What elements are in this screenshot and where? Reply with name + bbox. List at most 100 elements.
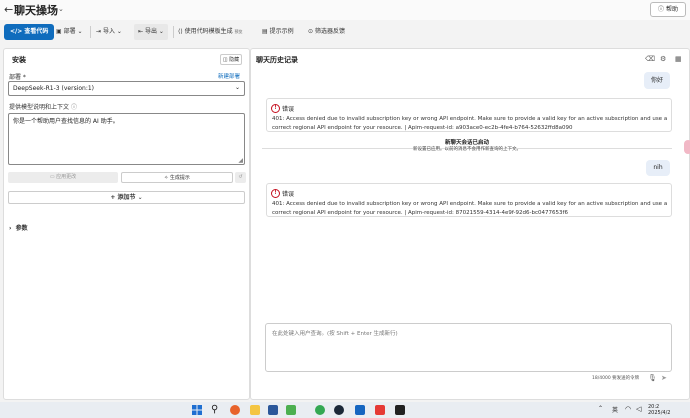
export-menu[interactable]: ⇤ 导出 ⌄ — [134, 24, 168, 40]
filter-feedback-button[interactable]: ⊙ 筛选器反馈 — [308, 24, 345, 40]
chrome-icon[interactable] — [315, 405, 325, 415]
apply-changes-label: 应用更改 — [56, 174, 77, 180]
error-text: 401: Access denied due to invalid subscr… — [272, 201, 668, 216]
help-label: 帮助 — [665, 6, 678, 13]
app-icon[interactable] — [375, 405, 385, 415]
settings-gear-icon[interactable]: ⚙ — [660, 55, 666, 63]
ime-indicator[interactable]: 英 — [612, 405, 618, 414]
setup-panel: 安装 ◫ 隐藏 部署 * 新建部署 DeepSeek-R1-3 (version… — [3, 48, 250, 400]
windows-start-icon[interactable] — [192, 405, 202, 415]
deployment-label: 部署 * — [9, 74, 26, 81]
user-message: nih — [646, 160, 670, 176]
error-title: 错误 — [282, 106, 295, 113]
send-icon[interactable]: ➤ — [661, 374, 667, 382]
system-message-label-text: 提供模型说明和上下文 — [9, 104, 70, 111]
parameters-expander[interactable]: › 参数 — [9, 223, 28, 232]
token-counter: 18/4000 要发送的令牌 — [592, 376, 640, 381]
prompt-samples-button[interactable]: ▤ 提示示例 — [262, 24, 294, 40]
error-icon: ! — [271, 189, 280, 198]
toolbar-divider — [90, 26, 91, 38]
deploy-menu[interactable]: ▣ 部署 ⌄ — [56, 24, 83, 40]
preview-tag: 预览 — [234, 29, 243, 34]
generate-template-button[interactable]: ⟨⟩ 使用代码模板生成 预览 — [178, 24, 243, 40]
back-arrow-icon[interactable]: ← — [4, 3, 13, 16]
chevron-up-icon[interactable]: ⌃ — [598, 405, 603, 412]
hide-icon: ◫ — [222, 57, 228, 63]
system-message-textarea[interactable]: 你是一个帮助用户查找信息的 AI 助手。 ◢ — [8, 113, 245, 165]
help-icon: ⓘ — [658, 6, 666, 13]
view-code-label: 查看代码 — [24, 28, 49, 35]
setup-title: 安装 — [12, 56, 26, 64]
add-section-label: 添加节 — [117, 194, 136, 201]
toolbar-divider — [173, 26, 174, 38]
hide-button[interactable]: ◫ 隐藏 — [220, 54, 242, 65]
chat-history-title: 聊天历史记录 — [256, 56, 298, 64]
side-handle[interactable] — [684, 140, 690, 154]
apply-changes-button[interactable]: ▭ 应用更改 — [8, 172, 118, 183]
user-message: 你好 — [644, 72, 670, 89]
microphone-icon[interactable]: 🎙 — [648, 374, 657, 382]
error-icon: ! — [271, 104, 280, 113]
error-text: 401: Access denied due to invalid subscr… — [272, 116, 668, 131]
undo-icon: ↺ — [238, 174, 243, 180]
terminal-icon[interactable] — [395, 405, 405, 415]
samples-icon: ▤ — [262, 28, 268, 35]
export-icon: ⇤ — [138, 28, 144, 35]
system-message-text: 你是一个帮助用户查找信息的 AI 助手。 — [13, 118, 119, 125]
import-icon: ⇥ — [96, 28, 102, 35]
app-icon[interactable] — [268, 405, 278, 415]
hide-label: 隐藏 — [229, 57, 240, 63]
user-query-placeholder: 在此处键入用户查询。(按 Shift + Enter 生成新行) — [272, 331, 398, 337]
reset-button[interactable]: ↺ — [235, 172, 246, 183]
generate-template-label: 使用代码模板生成 — [184, 28, 233, 35]
chevron-down-icon: ⌄ — [234, 84, 240, 91]
plus-icon: + — [110, 194, 116, 201]
chevron-down-icon: ⌄ — [137, 194, 143, 201]
import-menu[interactable]: ⇥ 导入 ⌄ — [96, 24, 122, 40]
file-explorer-icon[interactable] — [250, 405, 260, 415]
deploy-icon: ▣ — [56, 28, 62, 35]
error-title: 错误 — [282, 191, 295, 198]
firefox-icon[interactable] — [230, 405, 240, 415]
wifi-icon[interactable]: ◠ — [625, 405, 631, 413]
volume-icon[interactable]: ◁ — [636, 405, 641, 413]
session-subtitle: 新设置已应用。以前的消息不会用作新查询的上下文。 — [413, 147, 521, 152]
deployment-select[interactable]: DeepSeek-R1-3 (version:1) ⌄ — [8, 81, 245, 96]
code-template-icon: ⟨⟩ — [178, 28, 183, 35]
session-title: 新聊天会话已启动 — [444, 140, 489, 146]
filter-feedback-label: 筛选器反馈 — [314, 28, 345, 35]
clock[interactable]: 20:2 2025/4/2 — [648, 404, 670, 416]
resize-handle-icon[interactable]: ◢ — [238, 157, 243, 164]
chevron-down-icon[interactable]: ⌄ — [58, 5, 64, 13]
search-icon[interactable]: ⚲ — [211, 405, 221, 415]
save-icon: ▭ — [49, 174, 55, 180]
feedback-icon: ⊙ — [308, 28, 314, 35]
chevron-right-icon: › — [9, 225, 12, 232]
toolbar: </> 查看代码 ▣ 部署 ⌄ ⇥ 导入 ⌄ ⇤ 导出 ⌄ ⟨⟩ 使用代码模板生… — [0, 24, 690, 42]
info-icon: ⓘ — [70, 104, 77, 111]
add-section-button[interactable]: + 添加节 ⌄ — [8, 191, 245, 204]
page-title: 聊天操场 — [14, 4, 58, 17]
new-deployment-link[interactable]: 新建部署 — [218, 72, 240, 80]
help-button[interactable]: ⓘ 帮助 — [650, 2, 686, 17]
export-label: 导出 — [144, 28, 157, 35]
sparkle-icon: ✧ — [164, 175, 169, 181]
import-label: 导入 — [102, 28, 115, 35]
view-json-icon[interactable]: ▦ — [675, 55, 682, 63]
view-code-button[interactable]: </> 查看代码 — [4, 24, 55, 40]
steam-icon[interactable] — [334, 405, 344, 415]
app-header — [0, 0, 690, 20]
generate-prompt-button[interactable]: ✧ 生成提示 — [121, 172, 233, 183]
generate-prompt-label: 生成提示 — [169, 175, 190, 181]
app-icon[interactable] — [286, 405, 296, 415]
parameters-label: 参数 — [15, 225, 28, 232]
deployment-select-value: DeepSeek-R1-3 (version:1) — [13, 85, 95, 92]
app-icon[interactable] — [355, 405, 365, 415]
error-message: ! 错误 401: Access denied due to invalid s… — [266, 183, 672, 217]
clock-date: 2025/4/2 — [648, 410, 671, 416]
windows-taskbar: ⚲ ⌃ 英 ◠ ◁ 20:2 2025/4/2 — [0, 402, 690, 418]
deploy-menu-label: 部署 — [63, 28, 76, 35]
clear-chat-icon[interactable]: ⌫ — [645, 55, 655, 63]
user-query-input[interactable]: 在此处键入用户查询。(按 Shift + Enter 生成新行) — [265, 323, 672, 372]
error-message: ! 错误 401: Access denied due to invalid s… — [266, 98, 672, 132]
